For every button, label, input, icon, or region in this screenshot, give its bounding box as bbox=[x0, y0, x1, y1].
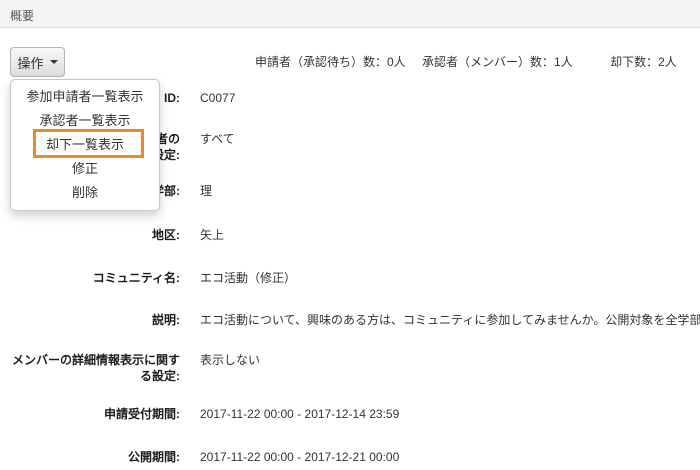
field-label: 申請受付期間: bbox=[0, 406, 180, 422]
field-value: エコ活動（修正） bbox=[200, 270, 296, 286]
field-row-application-period: 申請受付期間: 2017-11-22 00:00 - 2017-12-14 23… bbox=[0, 406, 399, 422]
action-dropdown-menu: 参加申請者一覧表示 承認者一覧表示 却下一覧表示 修正 削除 bbox=[10, 79, 160, 211]
field-value: 2017-11-22 00:00 - 2017-12-21 00:00 bbox=[200, 449, 399, 465]
field-value: C0077 bbox=[200, 90, 235, 106]
action-dropdown-button[interactable]: 操作 bbox=[10, 47, 65, 77]
menu-item-show-rejected-list[interactable]: 却下一覧表示 bbox=[11, 133, 159, 157]
caret-down-icon bbox=[50, 60, 58, 64]
field-row-district: 地区: 矢上 bbox=[0, 227, 224, 243]
field-value: エコ活動について、興味のある方は、コミュニティに参加してみませんか。公開対象を全… bbox=[200, 312, 700, 328]
approver-count: 承認者（メンバー）数：1人 bbox=[422, 55, 573, 69]
field-value: すべて bbox=[200, 131, 235, 147]
page-title: 概要 bbox=[10, 7, 34, 24]
menu-item-show-applicant-list[interactable]: 参加申請者一覧表示 bbox=[11, 85, 159, 109]
applicant-count: 申請者（承認待ち）数：0人 bbox=[255, 55, 406, 69]
field-value: 2017-11-22 00:00 - 2017-12-14 23:59 bbox=[200, 406, 399, 422]
action-button-label: 操作 bbox=[17, 53, 43, 72]
menu-item-delete[interactable]: 削除 bbox=[11, 181, 159, 205]
field-value: 矢上 bbox=[200, 227, 224, 243]
field-row-description: 説明: エコ活動について、興味のある方は、コミュニティに参加してみませんか。公開… bbox=[0, 312, 700, 328]
menu-item-edit[interactable]: 修正 bbox=[11, 157, 159, 181]
field-label: 公開期間: bbox=[0, 449, 180, 465]
field-label: 地区: bbox=[0, 227, 180, 243]
field-row-member-detail-setting: メンバーの詳細情報表示に関す る設定: 表示しない bbox=[0, 352, 260, 384]
menu-item-show-approver-list[interactable]: 承認者一覧表示 bbox=[11, 109, 159, 133]
rejected-count: 却下数：2人 bbox=[610, 55, 677, 69]
field-row-community-name: コミュニティ名: エコ活動（修正） bbox=[0, 270, 296, 286]
field-label: コミュニティ名: bbox=[0, 270, 180, 286]
field-value: 理 bbox=[200, 183, 212, 199]
field-label: 説明: bbox=[0, 312, 180, 328]
page-header-bar: 概要 bbox=[0, 0, 700, 28]
member-counts-summary: 申請者（承認待ち）数：0人 承認者（メンバー）数：1人 却下数：2人 bbox=[255, 53, 677, 70]
field-value: 表示しない bbox=[200, 352, 260, 368]
field-row-publication-period: 公開期間: 2017-11-22 00:00 - 2017-12-21 00:0… bbox=[0, 449, 399, 465]
field-label: メンバーの詳細情報表示に関す る設定: bbox=[0, 352, 180, 384]
